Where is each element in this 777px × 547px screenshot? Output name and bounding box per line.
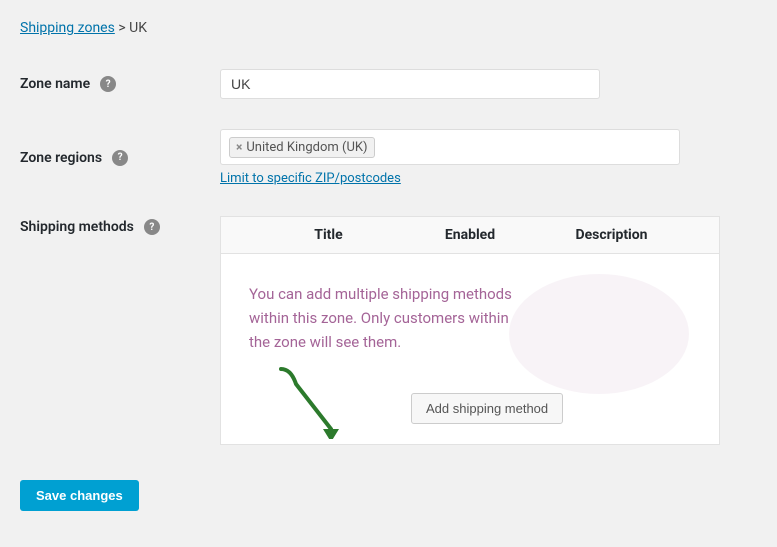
region-tag: × United Kingdom (UK): [229, 137, 375, 158]
shipping-methods-help-icon[interactable]: ?: [144, 219, 160, 235]
add-shipping-method-button[interactable]: Add shipping method: [411, 393, 563, 424]
green-arrow-icon: [271, 364, 401, 439]
col-title: Title: [237, 227, 420, 243]
shipping-methods-label: Shipping methods: [20, 219, 134, 235]
zone-name-label: Zone name: [20, 76, 90, 92]
zone-name-row: Zone name ?: [20, 54, 757, 114]
breadcrumb: Shipping zones > UK: [20, 20, 757, 36]
add-method-area: Add shipping method: [221, 364, 719, 444]
zone-name-help-icon[interactable]: ?: [100, 76, 116, 92]
page-wrapper: Shipping zones > UK Zone name ?: [0, 0, 777, 531]
save-changes-button[interactable]: Save changes: [20, 480, 139, 511]
shipping-methods-row: Shipping methods ? Title Enabled Descrip…: [20, 201, 757, 460]
region-tag-text: United Kingdom (UK): [246, 140, 367, 155]
zone-regions-help-icon[interactable]: ?: [112, 150, 128, 166]
zone-regions-row: Zone regions ? × United Kingdom (UK) Lim…: [20, 114, 757, 201]
col-enabled: Enabled: [420, 227, 520, 243]
col-description: Description: [520, 227, 703, 243]
limit-zip-link[interactable]: Limit to specific ZIP/postcodes: [220, 171, 757, 186]
svg-text:Wc: Wc: [549, 298, 632, 369]
save-row: Save changes: [20, 480, 757, 511]
zone-name-input[interactable]: [220, 69, 600, 99]
shipping-zones-link[interactable]: Shipping zones: [20, 20, 115, 36]
zone-regions-label: Zone regions: [20, 150, 102, 166]
shipping-methods-body: Wc You can add multiple shipping methods…: [221, 254, 719, 444]
settings-form: Zone name ? Zone regions ?: [20, 54, 757, 460]
region-remove-icon[interactable]: ×: [236, 140, 242, 154]
zone-regions-container[interactable]: × United Kingdom (UK): [220, 129, 680, 165]
breadcrumb-separator: >: [118, 20, 129, 36]
shipping-info-text: You can add multiple shipping methods wi…: [221, 254, 561, 364]
shipping-methods-table: Title Enabled Description Wc: [220, 216, 720, 445]
breadcrumb-current: UK: [129, 20, 147, 36]
shipping-methods-header: Title Enabled Description: [221, 217, 719, 254]
